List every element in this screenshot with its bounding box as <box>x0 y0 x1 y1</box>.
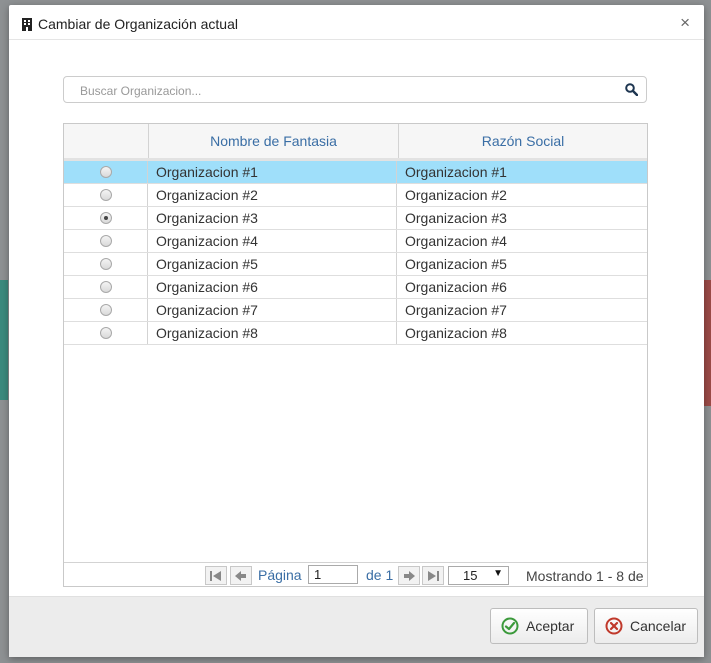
table-row[interactable]: Organizacion #4 Organizacion #4 <box>64 230 647 253</box>
search-icon[interactable] <box>625 83 638 96</box>
row-radio[interactable] <box>99 304 112 316</box>
cancel-button-label: Cancelar <box>630 618 687 634</box>
last-page-icon[interactable] <box>422 566 444 585</box>
row-select-cell <box>64 253 148 275</box>
cell-razon-social: Organizacion #7 <box>405 302 507 318</box>
row-select-cell <box>64 299 148 321</box>
row-radio[interactable] <box>99 258 112 270</box>
page-label: Página <box>258 567 302 583</box>
pager: Página de 1 15 ▼ Mostrando 1 - 8 de <box>64 562 647 586</box>
close-icon[interactable]: × <box>680 14 690 31</box>
page-size-select[interactable]: 15 ▼ <box>448 566 509 585</box>
table-row[interactable]: Organizacion #7 Organizacion #7 <box>64 299 647 322</box>
row-select-cell <box>64 322 148 344</box>
page-number-input[interactable] <box>308 565 358 584</box>
cell-razon-social: Organizacion #1 <box>405 164 507 180</box>
cell-razon-social: Organizacion #5 <box>405 256 507 272</box>
row-select-cell <box>64 207 148 229</box>
table-row[interactable]: Organizacion #2 Organizacion #2 <box>64 184 647 207</box>
row-radio[interactable] <box>99 327 112 339</box>
page-of-label: de 1 <box>366 567 394 583</box>
cell-nombre-fantasia: Organizacion #2 <box>148 184 397 206</box>
dialog-header: Cambiar de Organización actual × <box>9 5 704 40</box>
change-organization-dialog: Cambiar de Organización actual × Nombre … <box>9 5 704 657</box>
dialog-title: Cambiar de Organización actual <box>38 16 238 32</box>
search-input[interactable] <box>78 77 622 104</box>
dialog-title-wrap: Cambiar de Organización actual <box>22 16 238 32</box>
search-box <box>63 76 647 104</box>
backdrop-panel-right <box>703 280 711 406</box>
row-radio[interactable] <box>99 212 112 224</box>
row-radio[interactable] <box>99 235 112 247</box>
page-size-value: 15 <box>463 568 478 583</box>
building-icon <box>22 17 32 31</box>
column-header-nombre-fantasia[interactable]: Nombre de Fantasia <box>149 124 399 158</box>
cell-nombre-fantasia: Organizacion #7 <box>148 299 397 321</box>
cancel-button[interactable]: Cancelar <box>594 608 698 644</box>
grid-rows: Organizacion #1 Organizacion #1 Organizaci… <box>64 161 647 345</box>
records-showing-label: Mostrando 1 - 8 de <box>526 568 644 584</box>
cell-razon-social: Organizacion #8 <box>405 325 507 341</box>
table-row[interactable]: Organizacion #8 Organizacion #8 <box>64 322 647 345</box>
cell-nombre-fantasia: Organizacion #4 <box>148 230 397 252</box>
cell-nombre-fantasia: Organizacion #3 <box>148 207 397 229</box>
backdrop-panel-left <box>0 280 8 400</box>
first-page-icon[interactable] <box>205 566 227 585</box>
cell-razon-social: Organizacion #3 <box>405 210 507 226</box>
cell-nombre-fantasia: Organizacion #6 <box>148 276 397 298</box>
check-circle-icon <box>501 617 519 635</box>
row-select-cell <box>64 161 148 183</box>
grid-header: Nombre de Fantasia Razón Social <box>64 124 647 161</box>
cell-razon-social: Organizacion #2 <box>405 187 507 203</box>
cell-nombre-fantasia: Organizacion #5 <box>148 253 397 275</box>
row-radio[interactable] <box>99 281 112 293</box>
row-select-cell <box>64 230 148 252</box>
cancel-circle-icon <box>605 617 623 635</box>
row-select-cell <box>64 184 148 206</box>
table-row[interactable]: Organizacion #3 Organizacion #3 <box>64 207 647 230</box>
table-row[interactable]: Organizacion #1 Organizacion #1 <box>64 161 647 184</box>
row-select-cell <box>64 276 148 298</box>
row-radio[interactable] <box>99 166 112 178</box>
cell-nombre-fantasia: Organizacion #8 <box>148 322 397 344</box>
next-page-icon[interactable] <box>398 566 420 585</box>
chevron-down-icon: ▼ <box>493 568 503 579</box>
table-row[interactable]: Organizacion #5 Organizacion #5 <box>64 253 647 276</box>
cell-nombre-fantasia: Organizacion #1 <box>148 161 397 183</box>
table-row[interactable]: Organizacion #6 Organizacion #6 <box>64 276 647 299</box>
accept-button[interactable]: Aceptar <box>490 608 588 644</box>
accept-button-label: Aceptar <box>526 618 575 634</box>
prev-page-icon[interactable] <box>230 566 252 585</box>
column-header-razon-social[interactable]: Razón Social <box>399 124 647 158</box>
organizations-grid: Nombre de Fantasia Razón Social Organiza… <box>63 123 648 587</box>
column-header-select <box>64 124 149 158</box>
cell-razon-social: Organizacion #6 <box>405 279 507 295</box>
row-radio[interactable] <box>99 189 112 201</box>
cell-razon-social: Organizacion #4 <box>405 233 507 249</box>
dialog-footer: Aceptar Cancelar <box>9 596 704 657</box>
